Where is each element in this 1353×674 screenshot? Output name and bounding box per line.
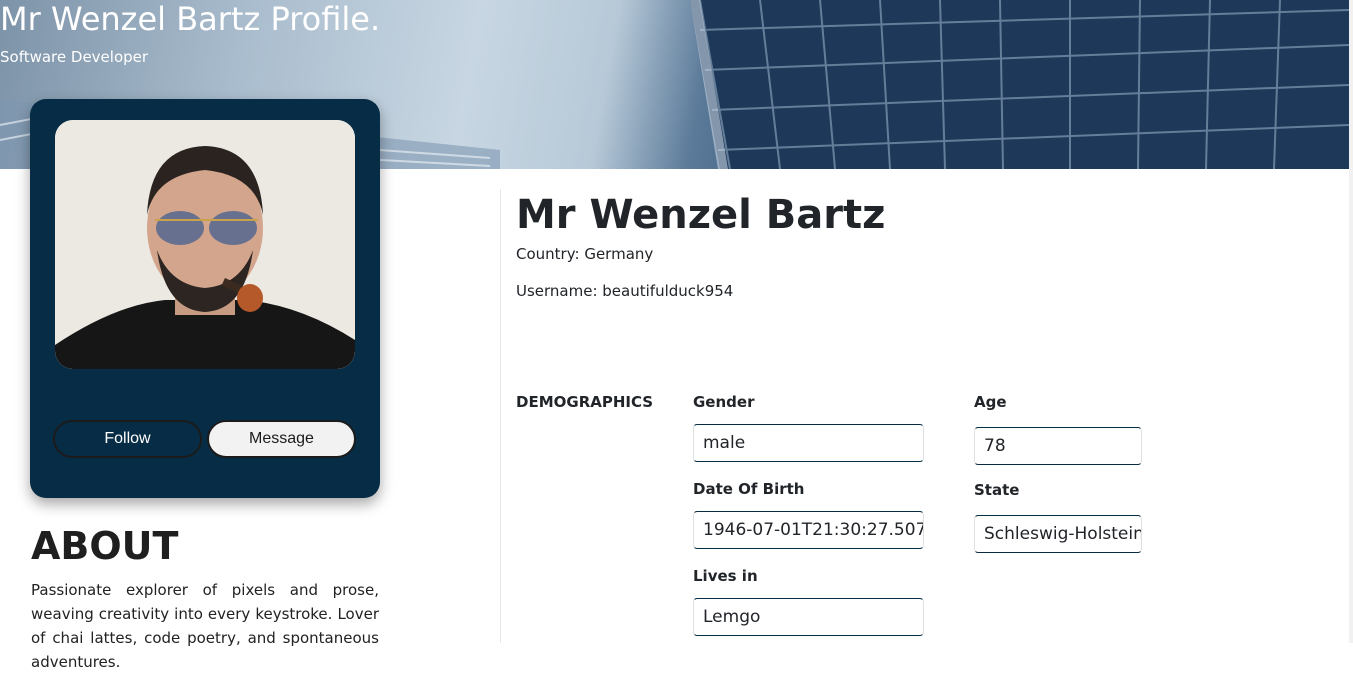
follow-button[interactable]: Follow <box>53 420 202 458</box>
page-subtitle: Software Developer <box>0 48 149 66</box>
username-text: Username: beautifulduck954 <box>516 282 734 300</box>
lives-in-label: Lives in <box>693 567 758 585</box>
age-field[interactable]: 78 <box>974 427 1142 465</box>
about-heading: ABOUT <box>31 524 179 568</box>
message-button[interactable]: Message <box>207 420 356 458</box>
dob-label: Date Of Birth <box>693 480 805 498</box>
column-divider <box>500 189 501 643</box>
gender-label: Gender <box>693 393 755 411</box>
profile-photo <box>55 120 355 369</box>
about-text: Passionate explorer of pixels and prose,… <box>31 581 379 671</box>
age-label: Age <box>974 393 1007 411</box>
demographics-label: DEMOGRAPHICS <box>516 393 654 411</box>
profile-name: Mr Wenzel Bartz <box>516 192 886 238</box>
profile-card: Follow Message <box>30 99 380 498</box>
state-label: State <box>974 481 1020 499</box>
country-text: Country: Germany <box>516 245 654 263</box>
dob-field[interactable]: 1946-07-01T21:30:27.507Z <box>693 511 924 549</box>
page-title: Mr Wenzel Bartz Profile. <box>0 0 381 38</box>
gender-field[interactable]: male <box>693 424 924 462</box>
scrollbar[interactable] <box>1349 0 1353 643</box>
lives-in-field[interactable]: Lemgo <box>693 598 924 636</box>
state-field[interactable]: Schleswig-Holstein <box>974 515 1142 553</box>
